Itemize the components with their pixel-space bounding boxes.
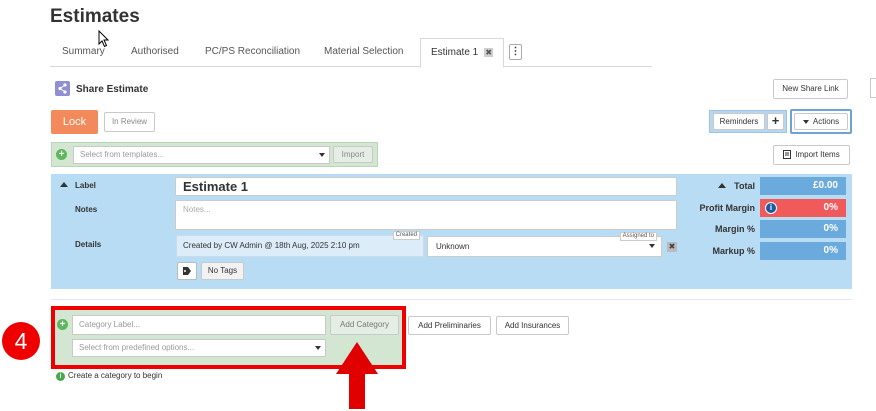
info-icon: i — [56, 372, 65, 381]
mouse-cursor-icon — [98, 30, 110, 48]
total-label: Total — [734, 181, 755, 191]
assigned-to-select[interactable]: Unknown Assigned to — [427, 232, 662, 257]
label-heading: Label — [75, 181, 96, 190]
tab-estimate-1[interactable]: Estimate 1 ✖ — [420, 38, 505, 68]
profit-margin-value-box: i 0% — [760, 199, 846, 217]
reminders-button[interactable]: Reminders — [713, 113, 765, 130]
share-estimate-label: Share Estimate — [76, 84, 149, 95]
lock-button[interactable]: Lock — [51, 110, 98, 134]
import-button[interactable]: Import — [333, 146, 373, 163]
tab-estimate-1-label: Estimate 1 — [431, 47, 479, 58]
share-icon — [55, 81, 70, 96]
predefined-options-select[interactable]: Select from predefined options... — [72, 339, 326, 357]
notes-textarea[interactable]: Notes... — [175, 200, 677, 230]
add-circle-icon[interactable]: + — [56, 149, 67, 160]
template-select-placeholder: Select from templates... — [80, 150, 165, 159]
assigned-to-tag: Assigned to — [619, 232, 657, 241]
caret-down-icon — [319, 153, 325, 157]
close-icon[interactable]: ✖ — [484, 47, 494, 57]
created-by-text: Created by CW Admin @ 18th Aug, 2025 2:1… — [183, 241, 360, 250]
profit-margin-value: 0% — [823, 202, 838, 213]
step-number-badge: 4 — [2, 322, 40, 360]
actions-label: Actions — [812, 117, 840, 126]
category-label-input[interactable]: Category Label... — [72, 315, 326, 335]
templates-bar: + Select from templates... — [51, 142, 378, 167]
in-review-button[interactable]: In Review — [104, 112, 155, 132]
template-select[interactable]: Select from templates... — [73, 146, 330, 164]
total-value: £0.00 — [760, 177, 846, 195]
created-by-field: Created by CW Admin @ 18th Aug, 2025 2:1… — [176, 231, 424, 257]
created-tag: Created — [392, 231, 420, 240]
red-arrow-up-icon — [336, 342, 378, 409]
margin-percent-label: Margin % — [714, 224, 755, 234]
info-icon[interactable]: i — [765, 202, 777, 214]
margin-percent-value: 0% — [760, 220, 846, 238]
details-heading: Details — [75, 240, 102, 249]
no-tags-button[interactable]: No Tags — [201, 262, 244, 280]
tab-bar: Summary Authorised PC/PS Reconciliation … — [50, 38, 652, 68]
notes-heading: Notes — [75, 205, 98, 214]
profit-margin-label: Profit Margin — [699, 203, 756, 213]
import-items-label: Import Items — [795, 150, 840, 159]
more-tabs-menu-icon[interactable]: ⋮ — [509, 44, 522, 60]
new-share-link-button[interactable]: New Share Link — [773, 79, 848, 99]
caret-down-icon — [649, 244, 655, 248]
assigned-to-value: Unknown — [436, 242, 470, 251]
add-preliminaries-button[interactable]: Add Preliminaries — [408, 316, 491, 335]
page-title: Estimates — [50, 6, 140, 27]
actions-button[interactable]: Actions — [794, 113, 848, 130]
add-circle-icon[interactable]: + — [57, 319, 68, 330]
markup-percent-value: 0% — [760, 242, 846, 260]
add-category-button[interactable]: Add Category — [330, 315, 399, 335]
caret-down-icon — [802, 119, 809, 124]
tag-icon[interactable] — [177, 262, 197, 280]
tab-pcps-reconciliation[interactable]: PC/PS Reconciliation — [205, 46, 300, 57]
import-items-button[interactable]: Import Items — [773, 145, 850, 165]
collapse-caret-icon[interactable] — [60, 182, 68, 187]
document-icon — [783, 150, 792, 160]
predefined-options-placeholder: Select from predefined options... — [79, 343, 195, 352]
add-reminder-button[interactable]: + — [767, 113, 784, 130]
tab-material-selection[interactable]: Material Selection — [324, 46, 403, 57]
add-insurances-button[interactable]: Add Insurances — [496, 316, 569, 335]
tab-authorised[interactable]: Authorised — [131, 46, 179, 57]
offscreen-button[interactable] — [870, 78, 876, 98]
divider — [51, 299, 852, 300]
estimate-name-input[interactable]: Estimate 1 — [175, 177, 677, 196]
category-hint: Create a category to begin — [68, 371, 163, 380]
caret-down-icon — [315, 346, 321, 350]
markup-percent-label: Markup % — [712, 246, 755, 256]
